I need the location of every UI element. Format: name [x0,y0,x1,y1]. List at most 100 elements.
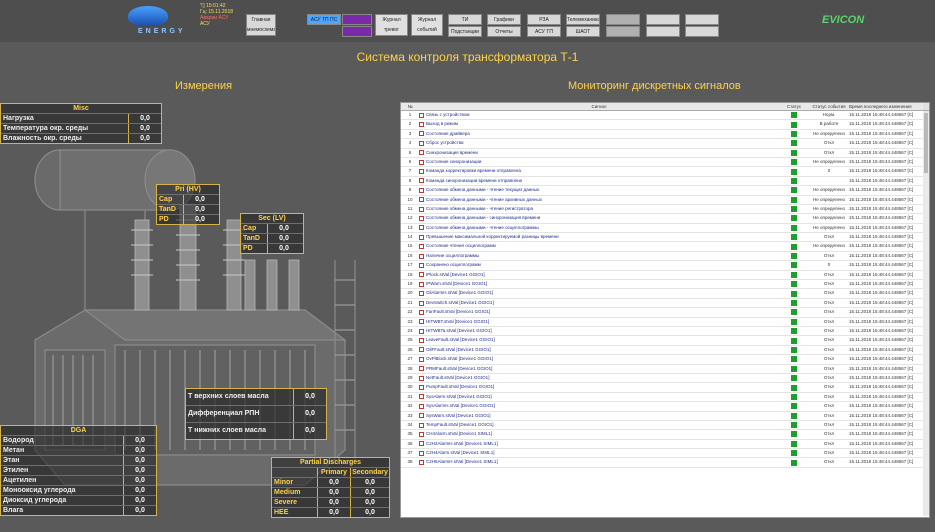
table-row[interactable]: 36 C2H2AlarmH.stVal [Device1 SIML1] Откл 15… [401,439,929,450]
toolbar-button[interactable] [342,26,372,37]
col-signal[interactable]: Сигнал [419,103,779,110]
toolbar-button[interactable] [606,26,640,37]
event-status: Не определено [813,187,845,193]
table-row[interactable]: 16 Наличие осциллограммы Откл 15.11.2018 15… [401,251,929,262]
toolbar-button[interactable]: Журнал событий [411,14,443,36]
toolbar-button[interactable] [646,26,680,37]
table-row[interactable]: 32 SysAlarmH.stVal [Device1 GGIO1] Откл 15.… [401,402,929,412]
dga-value: 0,0 [123,466,156,475]
toolbar-button[interactable]: Отчеты [487,26,521,37]
table-row[interactable]: 35 CH4Alarm.stVal [Device1 SIML1] Откл 15.1… [401,430,929,440]
signal-icon [419,413,424,419]
col-number[interactable]: № [401,103,419,110]
table-row[interactable]: 38 C2H6AlarmH.stVal [Device1 SIML1] Откл 15… [401,458,929,468]
toolbar-button[interactable]: Телемеханика [566,14,600,25]
status-cell [779,421,809,429]
discrete-signals-title: Мониторинг дискретных сигналов [568,80,741,92]
table-row[interactable]: 8 Команда синхронизации времени отправлен… [401,176,929,187]
toolbar-button[interactable] [606,14,640,25]
table-row[interactable]: 28 PRMFault.stVal [Device1 GGIO1] Откл 15.1… [401,364,929,374]
event-status: Не определено [813,243,845,249]
table-row[interactable]: 14 Превышение максимальной корректируемой… [401,233,929,243]
signal-icon [419,460,424,466]
signal-name: Состояние синхронизации [426,158,482,164]
table-row[interactable]: 17 Сохранено осциллограмм 0 15.11.2018 15:4… [401,261,929,271]
sec-label: TanD [243,235,260,242]
table-row[interactable]: 24 HITWBTa.stVal [Device1 GGIO1] Откл 15.11… [401,326,929,337]
status-cell [779,289,809,297]
table-row[interactable]: 22 FanFault.stVal [Device1 GGIO1] Откл 15.1… [401,308,929,318]
last-change-time: 15.11.2018 15:48:44.448567 [C] [849,252,914,258]
table-row[interactable]: 29 NetFault.stVal [Device1 GGIO1] Откл 15.1… [401,373,929,384]
table-row[interactable]: 10 Состояние обмена данными - чтение архи… [401,195,929,205]
row-number: 31 [407,393,413,399]
status-cell [779,167,809,175]
col-status[interactable]: Статус [779,103,809,110]
table-row[interactable]: 2 Выход в режим В работе 15.11.2018 15:48:4… [401,120,929,130]
table-row[interactable]: 30 PumpFault.stVal [Device1 GGIO1] Откл 15.… [401,383,929,393]
last-change-time: 15.11.2018 15:48:44.448567 [C] [849,215,914,221]
table-row[interactable]: 7 Команда корректировки времени отправлен… [401,167,929,177]
table-row[interactable]: 13 Состояние обмена данными - чтение осци… [401,223,929,234]
table-row[interactable]: 1 Связь с устройством Норм. 15.11.2018 15:4… [401,111,929,121]
table-row[interactable]: 15 Состояние чтения осциллограмм Не опреде… [401,242,929,252]
last-change-time: 15.11.2018 15:48:44.448567 [C] [849,412,914,418]
table-row[interactable]: 31 SysAlarm.stVal [Device1 GGIO1] Откл 15.1… [401,392,929,403]
status-indicator-icon [791,243,797,250]
row-number: 28 [407,365,413,371]
table-row[interactable]: 21 DevSwitch.stVal [Device1 GGIO1] Откл 15.… [401,298,929,309]
pd-label: HEE [274,509,289,516]
toolbar-button[interactable] [646,14,680,25]
table-row[interactable]: 20 OilAlarmH.stVal [Device1 GGIO1] Откл 15.… [401,289,929,299]
scroll-thumb[interactable] [924,113,928,173]
table-row[interactable]: 6 Состояние синхронизации Не определено 15.… [401,157,929,168]
signal-icon [419,225,424,231]
table-row[interactable]: 9 Состояние обмена данными - чтение текущ… [401,186,929,196]
toolbar-button[interactable] [685,26,719,37]
col-event-status[interactable]: Статус события [809,103,849,110]
event-status: Откл [823,327,835,333]
table-header: № Сигнал Статус Статус события Время пос… [401,103,929,111]
col-last-change[interactable]: Время последнего изменения [849,103,923,110]
table-row[interactable]: 18 IPlock.stVal [Device1 GGIO1] Откл 15.11.… [401,270,929,281]
misc-value: 0,0 [128,134,161,143]
sec-lv-panel: Sec (LV) Cap 0,0 TanD 0,0 PD 0,0 [240,213,304,254]
signal-icon [419,291,424,297]
table-row[interactable]: 33 SysWarn.stVal [Device1 GGIO1] Откл 15.11… [401,411,929,421]
dga-row: Ацетилен 0,0 [1,475,156,485]
toolbar-button[interactable] [342,14,372,25]
table-row[interactable]: 25 LeaveFault.stVal [Device1 GGIO1] Откл 15… [401,336,929,346]
table-row[interactable]: 23 HITWBT.stVal [Device1 GGIO1] Откл 15.11.… [401,317,929,327]
toolbar-button[interactable]: Журнал тревог [375,14,408,36]
table-row[interactable]: 37 C2H4Alarm.stVal [Device1 SIML1] Откл 15.… [401,449,929,459]
table-row[interactable]: 4 Сброс устройства Откл 15.11.2018 15:48:44… [401,139,929,149]
signal-icon [419,272,424,278]
pd-col-secondary: Secondary [350,468,389,477]
row-number: 10 [407,196,413,202]
toolbar-button[interactable]: ТИ [448,14,482,25]
toolbar-button[interactable]: Графики [487,14,521,25]
table-row[interactable]: 3 Состояние драйвера Не определено 15.11.20… [401,129,929,140]
toolbar-button[interactable]: Подстанции [448,26,482,37]
table-row[interactable]: 5 Синхронизация времени Откл 15.11.2018 15:… [401,148,929,158]
status-indicator-icon [791,187,797,194]
event-status: Откл [823,290,835,296]
signal-cell: C2H6AlarmH.stVal [Device1 SIML1] [419,458,779,466]
table-row[interactable]: 27 OvFlBlock.stVal [Device1 GGIO1] Откл 15.… [401,355,929,365]
pri-title: Pri (HV) [175,186,201,193]
table-scrollbar[interactable] [923,111,929,516]
signal-icon [419,197,424,203]
table-row[interactable]: 11 Состояние обмена данными - чтение реги… [401,204,929,215]
toolbar-button[interactable]: ШАОТ [566,26,600,37]
table-row[interactable]: 19 IPWarn.stVal [Device1 GGIO1] Откл 15.11.… [401,280,929,290]
status-indicator-icon [791,149,797,156]
toolbar-button[interactable]: РЗА [527,14,561,25]
table-row[interactable]: 34 TempFault.stVal [Device1 GGIO1] Откл 15.… [401,420,929,431]
table-row[interactable]: 12 Состояние обмена данными - синхронизац… [401,214,929,224]
toolbar-button[interactable] [685,14,719,25]
toolbar-button[interactable]: АСУ ТП ПС [307,14,341,25]
toolbar-button[interactable]: Главная мнемосхема [246,14,276,36]
table-row[interactable]: 26 OilFFault.stVal [Device1 GGIO1] Откл 15.… [401,345,929,356]
partial-discharges-panel: Partial Discharges Primary Secondary Min… [271,457,390,518]
toolbar-button[interactable]: АСУ ТП [527,26,561,37]
